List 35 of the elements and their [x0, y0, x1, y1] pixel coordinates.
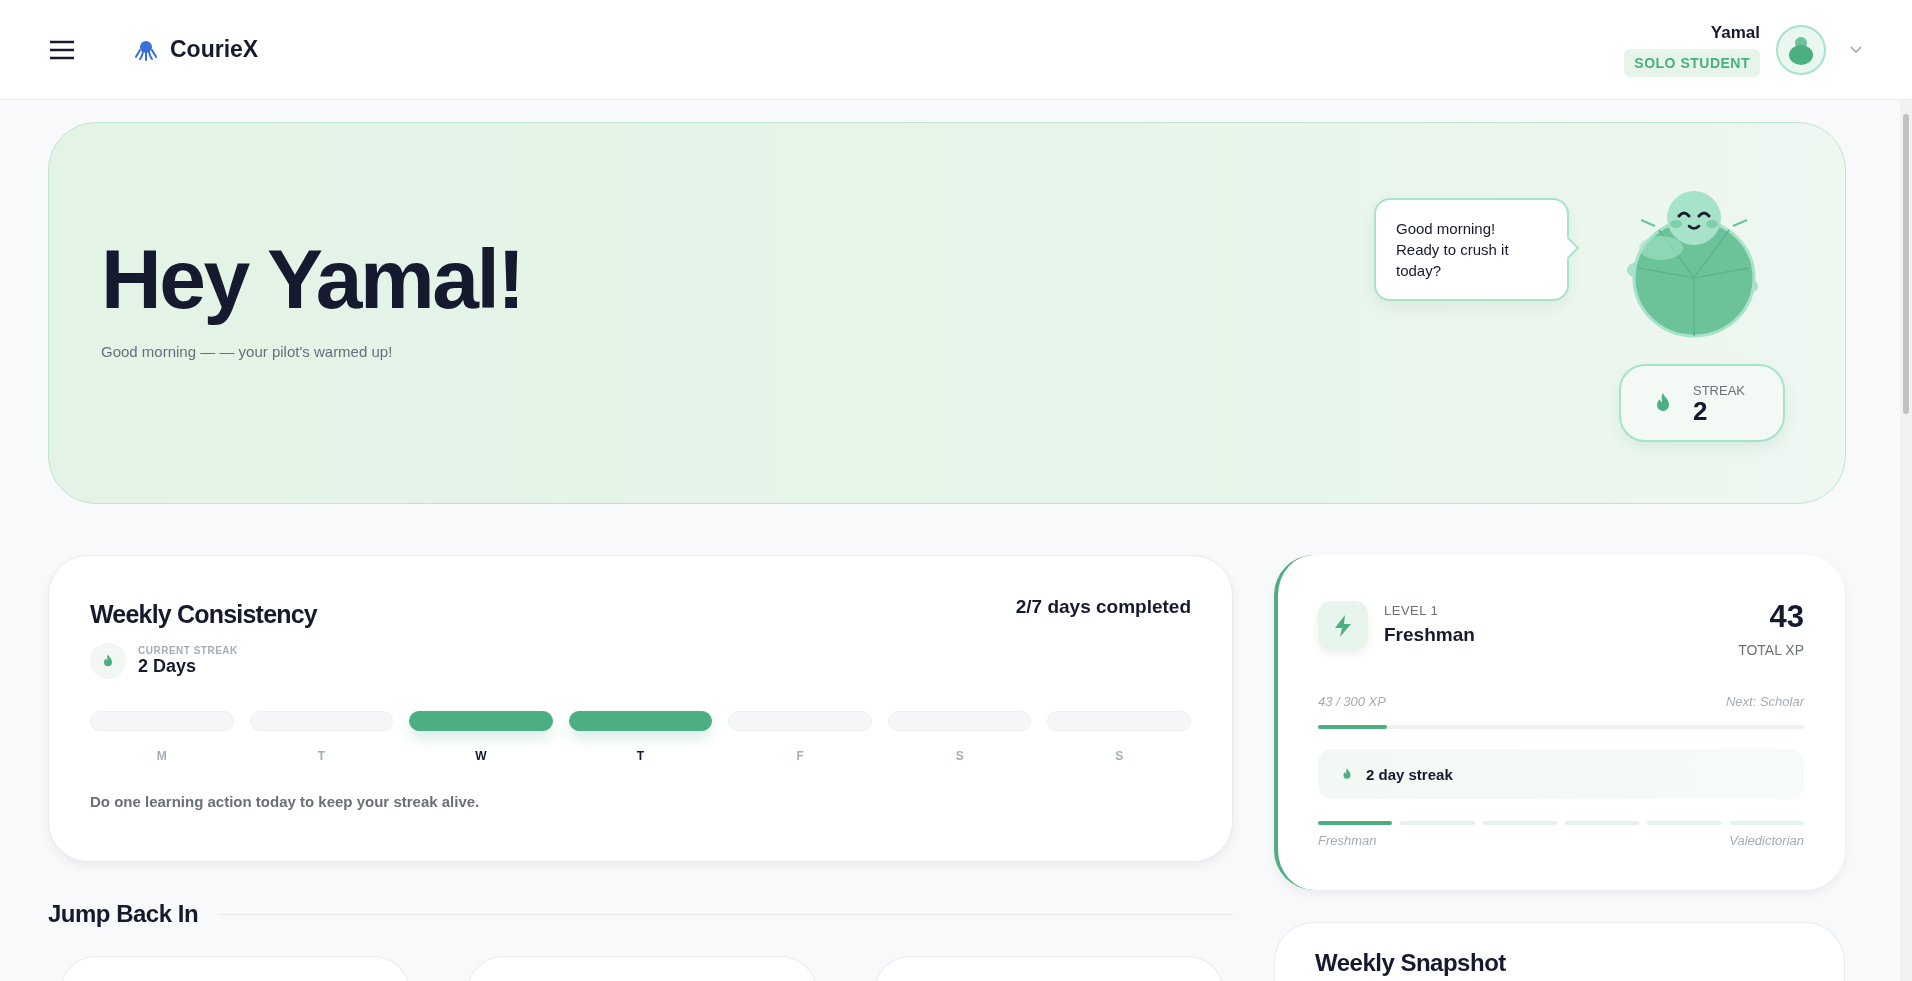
chevron-down-icon[interactable]	[1850, 45, 1862, 54]
days-completed: 2/7 days completed	[1015, 596, 1191, 618]
menu-button[interactable]	[48, 38, 76, 61]
streak-value: 2 Days	[138, 656, 198, 677]
day-label: F	[796, 749, 804, 763]
streak-hint: Do one learning action today to keep your streak alive.	[90, 793, 481, 810]
card-title: Weekly Consistency	[90, 600, 317, 629]
streak-text: 2 day streak	[1366, 765, 1453, 783]
avatar[interactable]	[1776, 24, 1826, 75]
xp-count: 43 / 300 XP	[1318, 694, 1386, 709]
tier-start: Freshman	[1318, 833, 1377, 848]
rank-name: Freshman	[1384, 624, 1475, 646]
day-label: W	[475, 749, 487, 763]
streak-count: 2	[1693, 397, 1709, 424]
user-name: Yamal	[1710, 22, 1760, 43]
section-title: Jump Back In	[48, 900, 199, 928]
tier-end: Valedictorian	[1729, 833, 1804, 848]
day-label: M	[156, 749, 167, 763]
day-label: T	[636, 749, 645, 763]
xp-label: TOTAL XP	[1738, 642, 1804, 658]
level-label: LEVEL 1	[1384, 603, 1440, 618]
next-rank: Next: Scholar	[1725, 694, 1804, 709]
xp-total: 43	[1769, 601, 1804, 632]
day-label: T	[317, 749, 325, 763]
scrollbar-thumb[interactable]	[1903, 114, 1909, 414]
role-badge: SOLO STUDENT	[1624, 48, 1760, 77]
flame-icon	[90, 643, 126, 679]
lightning-icon	[1318, 601, 1368, 651]
card-title: Weekly Snapshot	[1315, 949, 1506, 976]
streak-label: STREAK	[1693, 382, 1745, 398]
day-label: S	[1115, 749, 1124, 763]
day-label: S	[955, 749, 964, 763]
brand-name[interactable]: CourieX	[170, 36, 259, 63]
greeting-subtitle: Good morning — — your pilot's warmed up!	[101, 342, 394, 360]
streak-label: CURRENT STREAK	[138, 645, 238, 656]
